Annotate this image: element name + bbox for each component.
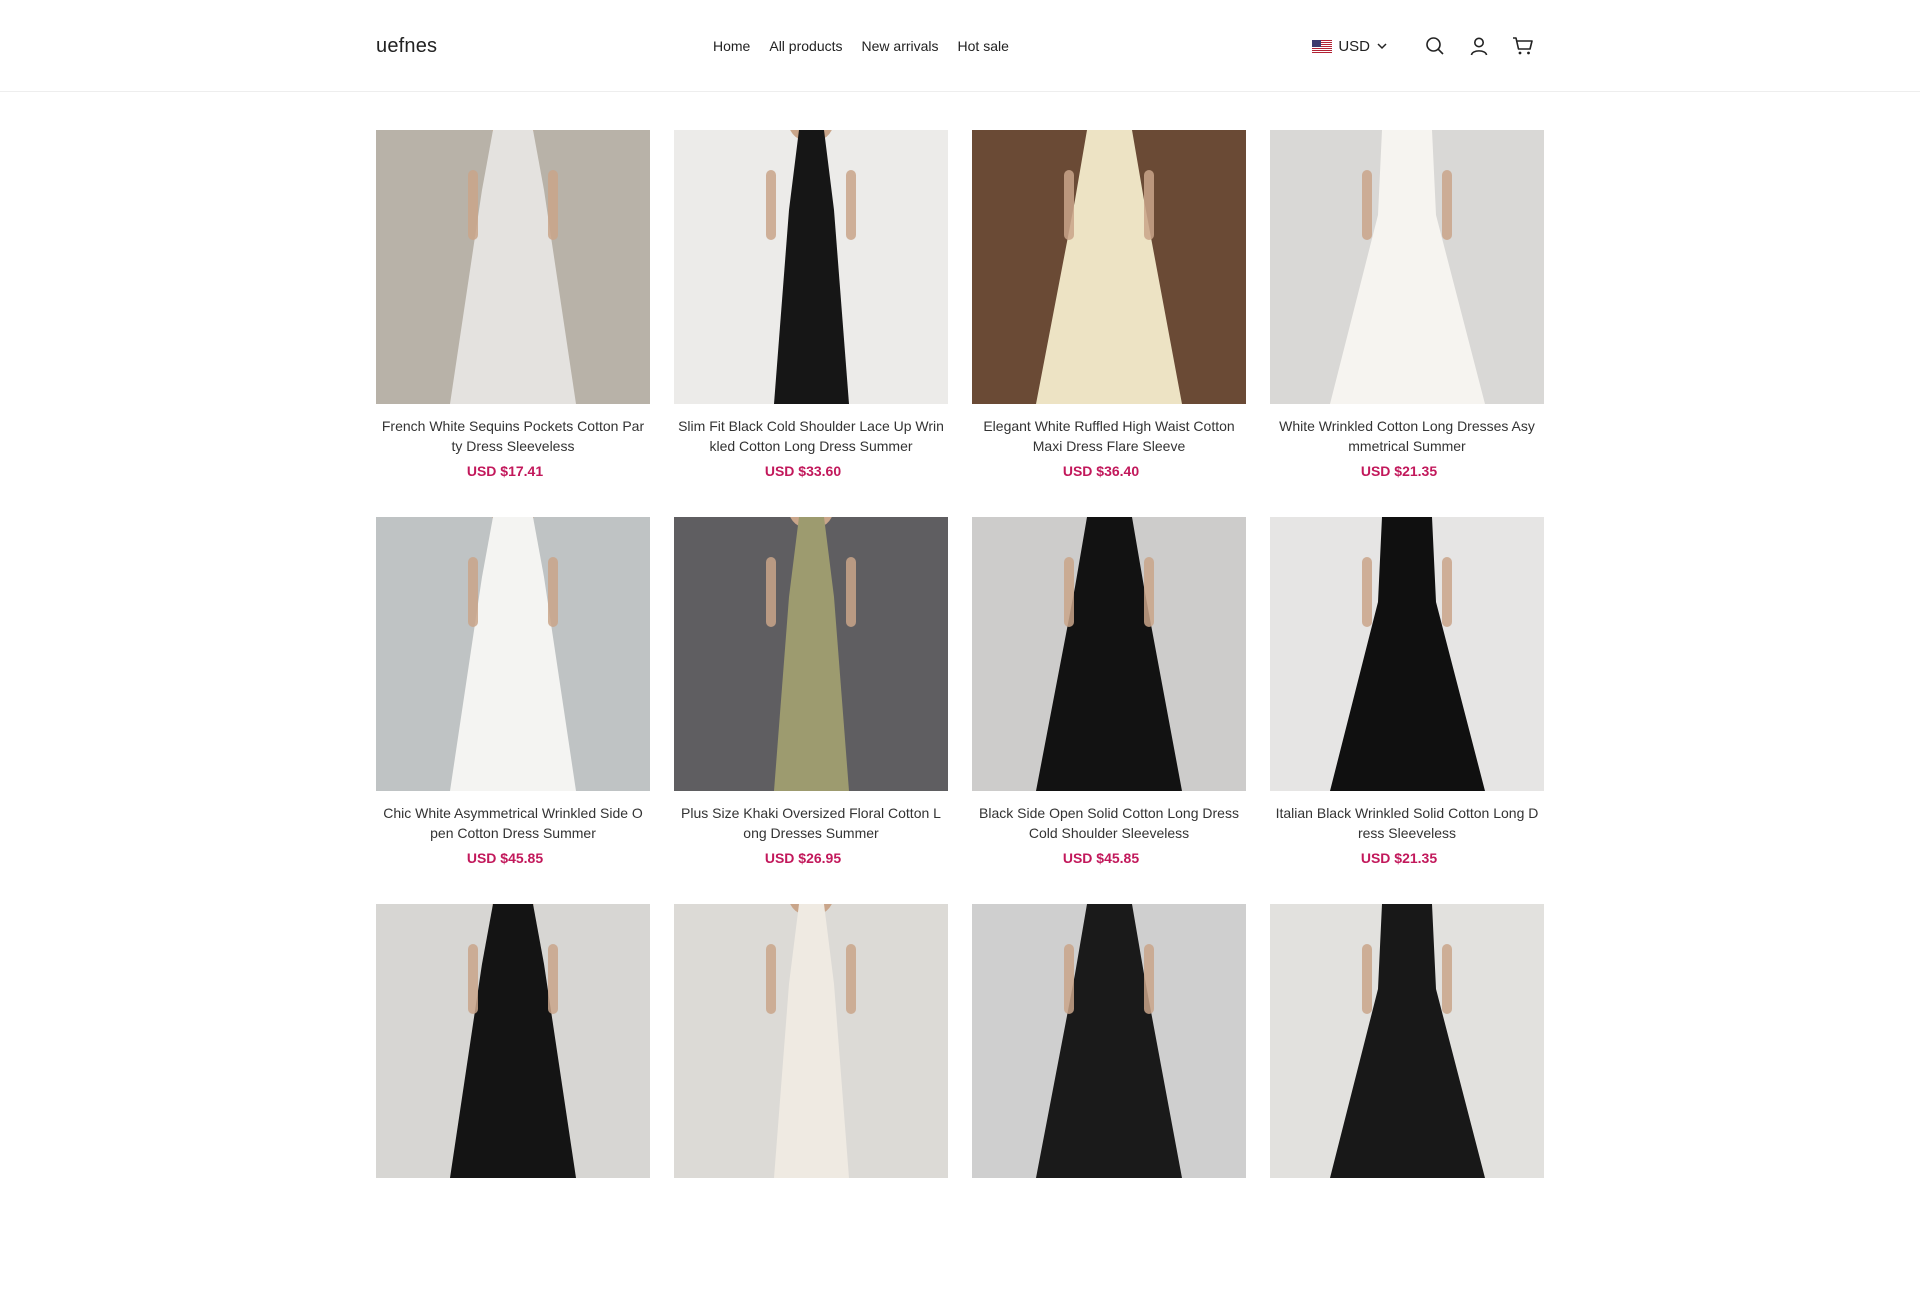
header-actions: USD	[1312, 35, 1534, 57]
account-button[interactable]	[1468, 35, 1490, 57]
product-image[interactable]	[1270, 904, 1544, 1178]
site-header: uefnes Home All products New arrivals Ho…	[0, 0, 1920, 92]
us-flag-icon	[1312, 39, 1333, 53]
product-price: USD $26.95	[764, 850, 842, 866]
currency-label: USD	[1338, 37, 1370, 55]
product-image[interactable]	[674, 904, 948, 1178]
product-image[interactable]	[972, 517, 1246, 791]
product-price: USD $17.41	[466, 463, 544, 479]
product-image[interactable]	[1270, 130, 1544, 404]
main-nav: Home All products New arrivals Hot sale	[713, 38, 1009, 54]
user-icon	[1470, 37, 1488, 56]
product-title[interactable]: Elegant White Ruffled High Waist Cotton …	[972, 416, 1246, 456]
header-inner: uefnes Home All products New arrivals Ho…	[376, 0, 1544, 92]
nav-new-arrivals[interactable]: New arrivals	[862, 38, 939, 54]
currency-selector[interactable]: USD	[1312, 38, 1388, 55]
product-title[interactable]: Chic White Asymmetrical Wrinkled Side Op…	[376, 803, 650, 843]
product-price: USD $45.85	[466, 850, 544, 866]
product-title[interactable]: Black Side Open Solid Cotton Long Dress …	[972, 803, 1246, 843]
search-button[interactable]	[1424, 35, 1446, 57]
product-title[interactable]: White Wrinkled Cotton Long Dresses Asymm…	[1270, 416, 1544, 456]
product-card[interactable]	[674, 904, 948, 1291]
product-price: USD $21.35	[1360, 850, 1438, 866]
nav-hot-sale[interactable]: Hot sale	[958, 38, 1009, 54]
product-image[interactable]	[376, 517, 650, 791]
product-image[interactable]	[376, 130, 650, 404]
store-logo[interactable]: uefnes	[376, 35, 676, 58]
product-price: USD $45.85	[1062, 850, 1140, 866]
product-card[interactable]	[972, 904, 1246, 1291]
product-card[interactable]	[1270, 904, 1544, 1291]
product-price: USD $36.40	[1062, 463, 1140, 479]
product-card[interactable]: Elegant White Ruffled High Waist Cotton …	[972, 130, 1246, 517]
search-icon	[1426, 37, 1444, 55]
nav-home[interactable]: Home	[713, 38, 750, 54]
product-title[interactable]: French White Sequins Pockets Cotton Part…	[376, 416, 650, 456]
product-card[interactable]: Plus Size Khaki Oversized Floral Cotton …	[674, 517, 948, 904]
product-card[interactable]	[376, 904, 650, 1291]
product-title[interactable]: Plus Size Khaki Oversized Floral Cotton …	[674, 803, 948, 843]
product-image[interactable]	[674, 130, 948, 404]
cart-icon	[1513, 37, 1533, 55]
product-card[interactable]: White Wrinkled Cotton Long Dresses Asymm…	[1270, 130, 1544, 517]
product-title[interactable]: Slim Fit Black Cold Shoulder Lace Up Wri…	[674, 416, 948, 456]
product-card[interactable]: Slim Fit Black Cold Shoulder Lace Up Wri…	[674, 130, 948, 517]
product-image[interactable]	[376, 904, 650, 1178]
product-grid: French White Sequins Pockets Cotton Part…	[376, 130, 1544, 1291]
product-card[interactable]: Italian Black Wrinkled Solid Cotton Long…	[1270, 517, 1544, 904]
product-image[interactable]	[674, 517, 948, 791]
product-image[interactable]	[1270, 517, 1544, 791]
product-price: USD $33.60	[764, 463, 842, 479]
product-card[interactable]: Chic White Asymmetrical Wrinkled Side Op…	[376, 517, 650, 904]
product-price: USD $21.35	[1360, 463, 1438, 479]
product-image[interactable]	[972, 130, 1246, 404]
cart-button[interactable]	[1512, 35, 1534, 57]
product-card[interactable]: French White Sequins Pockets Cotton Part…	[376, 130, 650, 517]
product-title[interactable]: Italian Black Wrinkled Solid Cotton Long…	[1270, 803, 1544, 843]
product-image[interactable]	[972, 904, 1246, 1178]
nav-all-products[interactable]: All products	[769, 38, 842, 54]
product-card[interactable]: Black Side Open Solid Cotton Long Dress …	[972, 517, 1246, 904]
chevron-down-icon	[1377, 43, 1387, 50]
